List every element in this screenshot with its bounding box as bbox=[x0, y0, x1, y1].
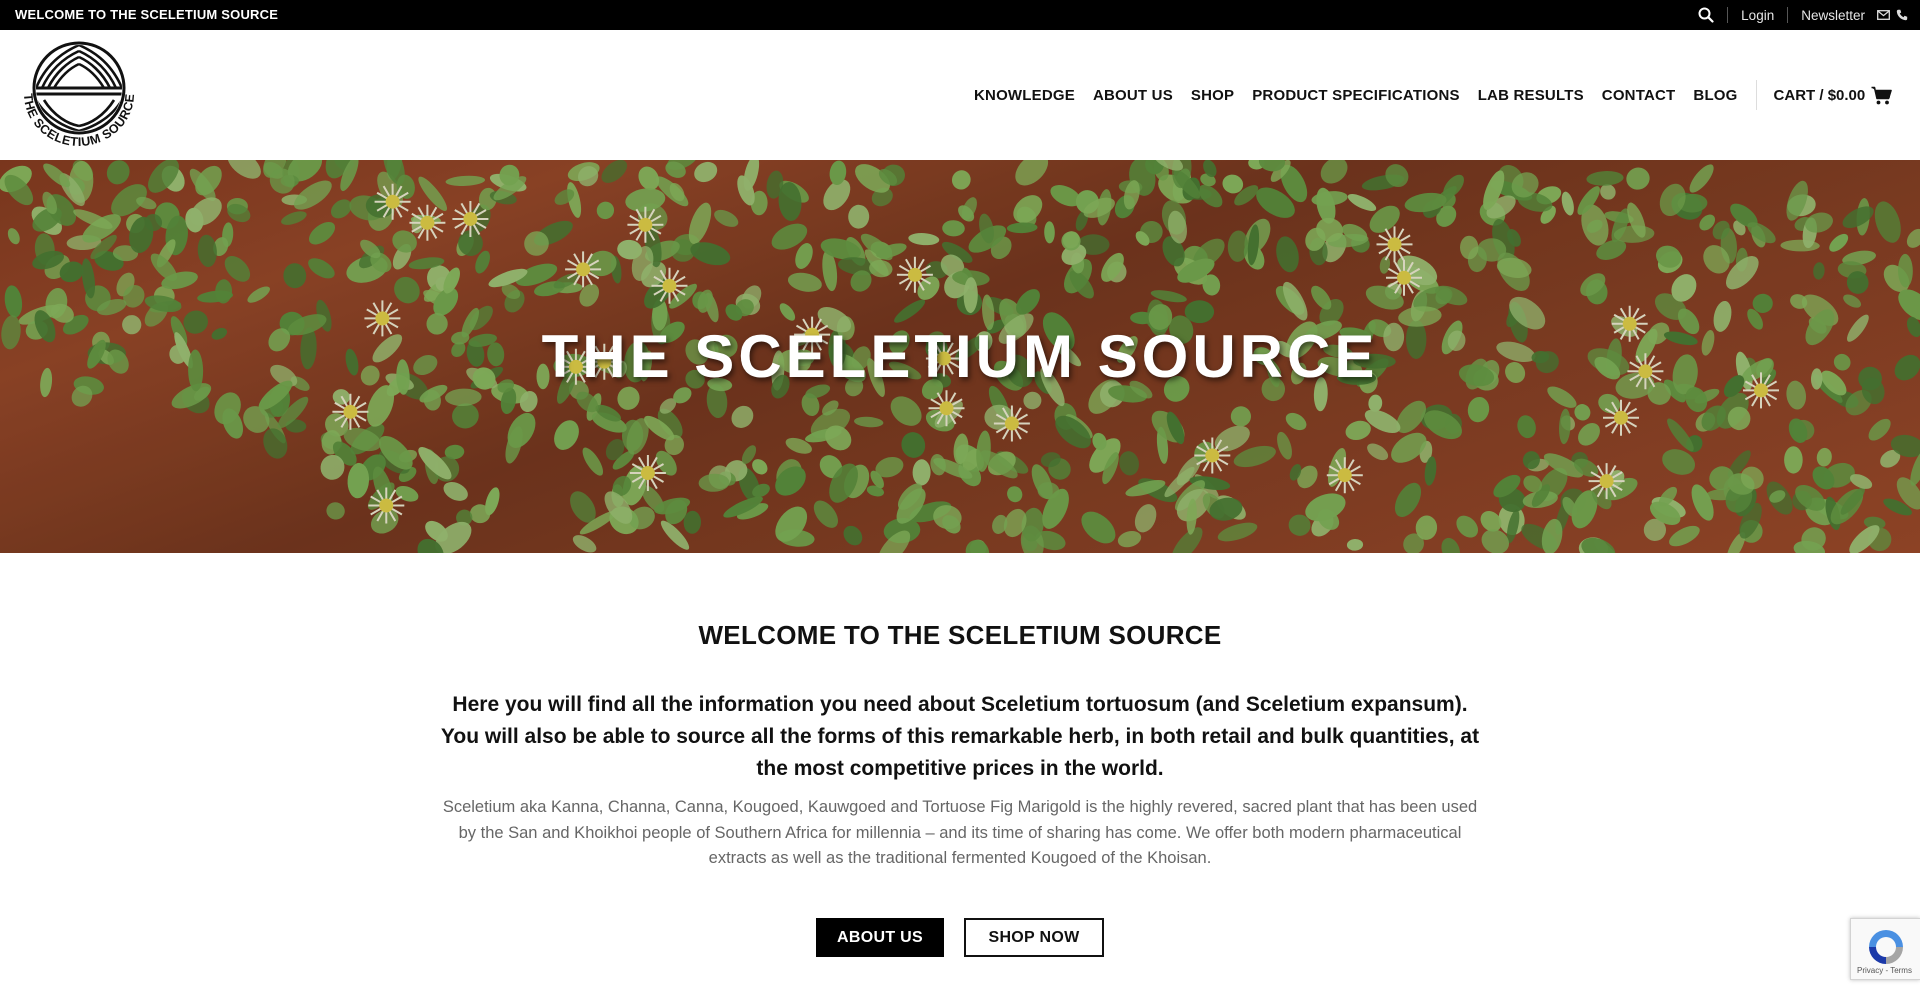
cart-link[interactable]: CART / $0.00 bbox=[1774, 86, 1893, 105]
site-header: THE SCELETIUM SOURCE KNOWLEDGE ABOUT US … bbox=[0, 30, 1920, 160]
top-bar-utilities: Login Newsletter bbox=[1698, 0, 1908, 30]
intro-lead-text: Here you will find all the information y… bbox=[440, 693, 1480, 780]
nav-item-contact[interactable]: CONTACT bbox=[1602, 87, 1676, 104]
section-heading: WELCOME TO THE SCELETIUM SOURCE bbox=[698, 620, 1222, 650]
phone-icon[interactable] bbox=[1896, 9, 1908, 21]
divider bbox=[1727, 7, 1729, 23]
recaptcha-privacy-terms[interactable]: Privacy - Terms bbox=[1857, 966, 1912, 975]
nav-item-blog[interactable]: BLOG bbox=[1693, 87, 1737, 104]
search-icon[interactable] bbox=[1698, 7, 1714, 23]
recaptcha-icon bbox=[1869, 930, 1903, 964]
main-nav: KNOWLEDGE ABOUT US SHOP PRODUCT SPECIFIC… bbox=[974, 30, 1893, 160]
intro-body-text: Sceletium aka Kanna, Channa, Canna, Koug… bbox=[442, 798, 1478, 867]
cart-icon bbox=[1871, 86, 1893, 105]
top-bar-welcome: WELCOME TO THE SCELETIUM SOURCE bbox=[15, 7, 279, 22]
login-link[interactable]: Login bbox=[1741, 8, 1774, 23]
nav-item-knowledge[interactable]: KNOWLEDGE bbox=[974, 87, 1075, 104]
nav-item-lab-results[interactable]: LAB RESULTS bbox=[1478, 87, 1584, 104]
nav-item-about-us[interactable]: ABOUT US bbox=[1093, 87, 1173, 104]
divider bbox=[1787, 7, 1789, 23]
nav-item-shop[interactable]: SHOP bbox=[1191, 87, 1234, 104]
about-us-button[interactable]: ABOUT US bbox=[816, 918, 944, 957]
recaptcha-badge[interactable]: Privacy - Terms bbox=[1850, 918, 1920, 980]
cart-label: CART / $0.00 bbox=[1773, 86, 1866, 104]
top-bar: WELCOME TO THE SCELETIUM SOURCE Login Ne… bbox=[0, 0, 1920, 30]
envelope-icon[interactable] bbox=[1877, 10, 1890, 20]
divider bbox=[1755, 80, 1757, 110]
newsletter-link[interactable]: Newsletter bbox=[1801, 8, 1865, 23]
shop-now-button[interactable]: SHOP NOW bbox=[964, 918, 1104, 957]
hero-title: THE SCELETIUM SOURCE bbox=[541, 323, 1379, 390]
nav-item-product-specifications[interactable]: PRODUCT SPECIFICATIONS bbox=[1252, 87, 1459, 104]
site-logo[interactable]: THE SCELETIUM SOURCE bbox=[18, 40, 140, 150]
hero-banner: THE SCELETIUM SOURCE bbox=[0, 160, 1920, 553]
